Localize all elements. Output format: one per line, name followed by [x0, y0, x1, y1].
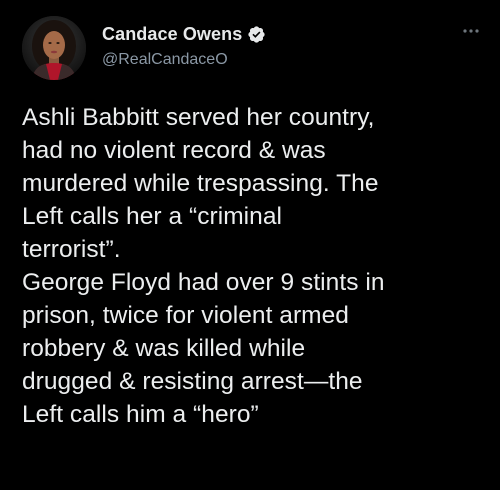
tweet-card[interactable]: Candace Owens @RealCandaceO Ashli Babbit…: [0, 0, 500, 490]
user-handle[interactable]: @RealCandaceO: [102, 51, 266, 69]
user-info: Candace Owens @RealCandaceO: [102, 22, 266, 69]
profile-photo-icon: [22, 16, 86, 80]
display-name[interactable]: Candace Owens: [102, 24, 242, 45]
tweet-text: Ashli Babbitt served her country, had no…: [22, 104, 385, 428]
more-options-icon[interactable]: [458, 24, 484, 38]
name-row: Candace Owens: [102, 22, 266, 46]
tweet-header: Candace Owens @RealCandaceO: [22, 16, 482, 80]
avatar[interactable]: [22, 16, 86, 80]
verified-badge-icon: [247, 25, 266, 44]
